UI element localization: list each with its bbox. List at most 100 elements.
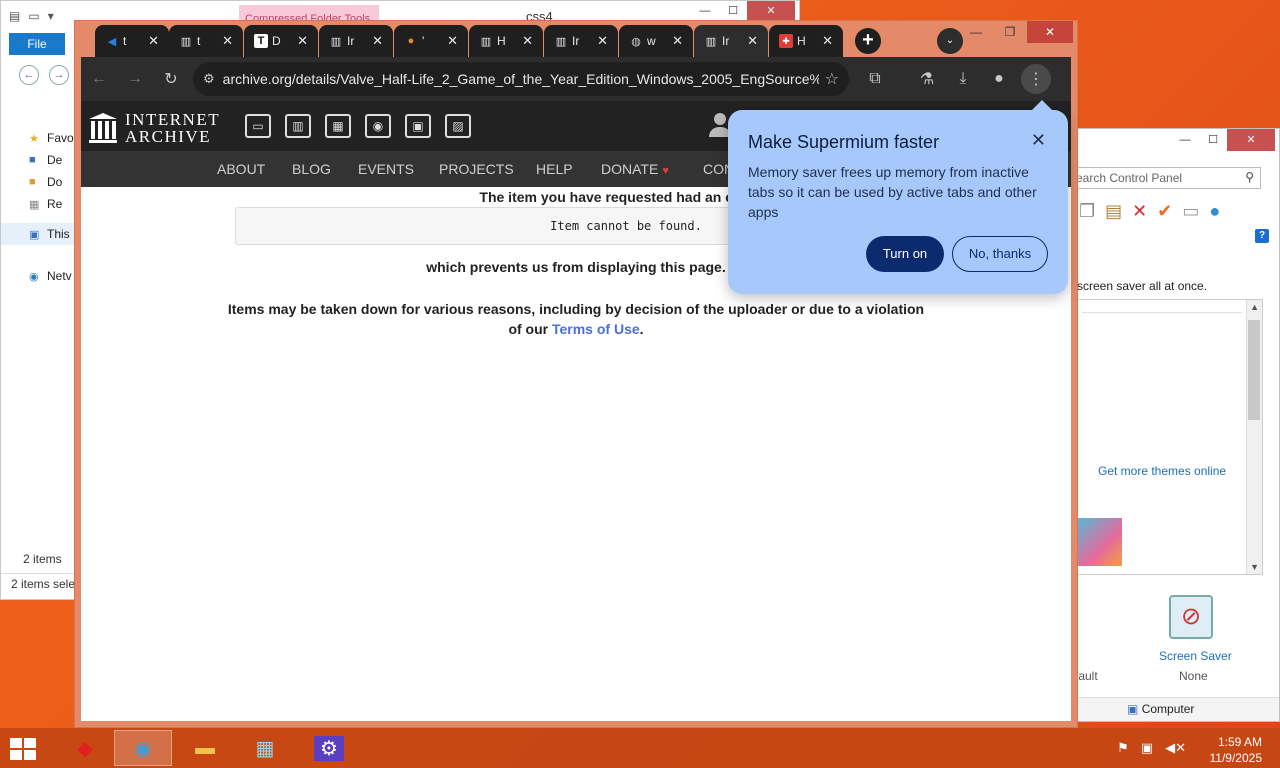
- copy-icon[interactable]: ❐: [1079, 201, 1095, 222]
- images-icon[interactable]: ▨: [445, 114, 471, 138]
- video-film-icon[interactable]: ▦: [325, 114, 351, 138]
- get-more-themes-link[interactable]: Get more themes online: [1098, 464, 1226, 478]
- nav-blog[interactable]: BLOG: [292, 161, 331, 177]
- maximize-icon[interactable]: ☐: [719, 1, 747, 21]
- forward-arrow-icon[interactable]: →: [49, 65, 69, 85]
- theme-thumbnail[interactable]: [1078, 518, 1122, 566]
- turn-on-button[interactable]: Turn on: [866, 236, 944, 272]
- bookmark-star-icon[interactable]: ☆: [825, 69, 839, 89]
- maximize-icon[interactable]: ☐: [1199, 129, 1227, 151]
- sidebar-item-favorites[interactable]: ★ Favo: [1, 127, 81, 149]
- nav-projects[interactable]: PROJECTS: [439, 161, 514, 177]
- web-icon[interactable]: ▭: [245, 114, 271, 138]
- browser-tab[interactable]: ◍ w ✕: [619, 25, 693, 57]
- browser-tab[interactable]: ▥ Ir ✕: [319, 25, 393, 57]
- check-icon[interactable]: ✔: [1157, 201, 1172, 222]
- address-bar-url[interactable]: archive.org/details/Valve_Half-Life_2_Ga…: [223, 71, 819, 87]
- minimize-icon[interactable]: —: [959, 21, 993, 43]
- taskbar-control-panel-icon[interactable]: ▦: [236, 730, 294, 766]
- profile-button[interactable]: ●: [981, 61, 1017, 97]
- scrollbar-thumb[interactable]: [1248, 320, 1260, 420]
- nav-about[interactable]: ABOUT: [217, 161, 265, 177]
- nav-donate[interactable]: DONATE ♥: [601, 161, 669, 177]
- browser-tab[interactable]: ◀ t ✕: [95, 25, 169, 57]
- forward-button[interactable]: →: [117, 61, 153, 97]
- menu-button[interactable]: ⋮: [1021, 64, 1051, 94]
- file-menu-tab[interactable]: File: [9, 33, 65, 55]
- delete-icon[interactable]: ✕: [1132, 201, 1147, 222]
- sidebar-item-recent[interactable]: ▦ Re: [1, 193, 81, 215]
- control-panel-search[interactable]: earch Control Panel ⚲: [1071, 167, 1261, 189]
- close-icon[interactable]: ✕: [1027, 21, 1073, 43]
- back-button[interactable]: ←: [81, 61, 117, 97]
- texts-book-icon[interactable]: ▥: [285, 114, 311, 138]
- site-info-icon[interactable]: ⚙: [203, 71, 215, 87]
- close-tab-icon[interactable]: ✕: [148, 33, 159, 49]
- scroll-up-icon[interactable]: ▲: [1250, 302, 1259, 312]
- network-icon[interactable]: ▣: [1141, 740, 1153, 756]
- taskbar-app-red-icon[interactable]: ◆: [56, 730, 114, 766]
- internet-archive-logo[interactable]: INTERNET ARCHIVE: [89, 111, 220, 145]
- taskbar-file-explorer-icon[interactable]: ▬: [176, 730, 234, 766]
- reload-button[interactable]: ↻: [153, 61, 189, 97]
- help-icon[interactable]: ?: [1255, 229, 1269, 243]
- restore-icon[interactable]: ❐: [993, 21, 1027, 43]
- new-folder-icon[interactable]: ▭: [28, 9, 39, 23]
- properties-icon[interactable]: ▤: [9, 9, 20, 23]
- close-tab-icon[interactable]: ✕: [672, 33, 683, 49]
- globe-icon[interactable]: ●: [1209, 201, 1220, 222]
- labs-flask-icon[interactable]: ⚗: [909, 61, 945, 97]
- taskbar-settings-gear-icon[interactable]: ⚙: [300, 730, 358, 766]
- close-tab-icon[interactable]: ✕: [522, 33, 533, 49]
- scroll-down-icon[interactable]: ▼: [1250, 562, 1259, 572]
- nav-events[interactable]: EVENTS: [358, 161, 414, 177]
- close-tab-icon[interactable]: ✕: [822, 33, 833, 49]
- back-arrow-icon[interactable]: ←: [19, 65, 39, 85]
- sidebar-item-network[interactable]: ◉ Netv: [1, 265, 81, 287]
- network-icon: ◉: [29, 270, 39, 283]
- screen-saver-link[interactable]: Screen Saver: [1159, 649, 1232, 663]
- downloads-button[interactable]: ⤓: [945, 61, 981, 97]
- sidebar-item-this-pc[interactable]: ▣ This: [1, 223, 81, 245]
- close-icon[interactable]: ✕: [1227, 129, 1275, 151]
- themes-scrollbar[interactable]: ▲ ▼: [1246, 300, 1262, 574]
- no-thanks-button[interactable]: No, thanks: [952, 236, 1048, 272]
- close-icon[interactable]: ✕: [747, 1, 795, 21]
- memory-saver-popup: Make Supermium faster ✕ Memory saver fre…: [728, 100, 1068, 294]
- close-tab-icon[interactable]: ✕: [747, 33, 758, 49]
- taskbar-browser-icon[interactable]: ◉: [114, 730, 172, 766]
- browser-tab[interactable]: ▥ t ✕: [169, 25, 243, 57]
- sidebar-item-downloads[interactable]: ■ Do: [1, 171, 81, 193]
- audio-speaker-icon[interactable]: ◉: [365, 114, 391, 138]
- minimize-icon[interactable]: —: [691, 1, 719, 21]
- browser-tab[interactable]: T D ✕: [244, 25, 318, 57]
- close-tab-icon[interactable]: ✕: [372, 33, 383, 49]
- themes-listbox[interactable]: Get more themes online ▲ ▼: [1077, 299, 1263, 575]
- nav-help[interactable]: HELP: [536, 161, 573, 177]
- software-disk-icon[interactable]: ▣: [405, 114, 431, 138]
- taskbar-clock[interactable]: 1:59 AM 11/9/2025: [1210, 734, 1263, 766]
- close-tab-icon[interactable]: ✕: [222, 33, 233, 49]
- browser-tab[interactable]: ✚ H ✕: [769, 25, 843, 57]
- action-center-flag-icon[interactable]: ⚑: [1117, 740, 1129, 756]
- close-tab-icon[interactable]: ✕: [447, 33, 458, 49]
- browser-tab-active[interactable]: ▥ Ir ✕: [694, 25, 768, 57]
- close-tab-icon[interactable]: ✕: [597, 33, 608, 49]
- close-tab-icon[interactable]: ✕: [297, 33, 308, 49]
- browser-tab[interactable]: ▥ H ✕: [469, 25, 543, 57]
- address-bar[interactable]: ⚙ archive.org/details/Valve_Half-Life_2_…: [193, 62, 849, 96]
- minimize-icon[interactable]: —: [1171, 129, 1199, 151]
- browser-tab[interactable]: ▥ Ir ✕: [544, 25, 618, 57]
- screen-saver-icon[interactable]: ⊘: [1169, 595, 1213, 639]
- qat-dropdown-icon[interactable]: ▾: [48, 9, 54, 23]
- terms-of-use-link[interactable]: Terms of Use: [552, 321, 640, 337]
- start-windows-icon[interactable]: [10, 738, 38, 760]
- extensions-button[interactable]: ⧉: [857, 61, 893, 97]
- new-tab-button[interactable]: +: [855, 28, 881, 54]
- popup-close-icon[interactable]: ✕: [1031, 130, 1046, 151]
- sidebar-item-desktop[interactable]: ■ De: [1, 149, 81, 171]
- rename-icon[interactable]: ▭: [1182, 201, 1199, 222]
- paste-icon[interactable]: ▤: [1105, 201, 1122, 222]
- volume-muted-icon[interactable]: ◀✕: [1165, 740, 1186, 756]
- browser-tab[interactable]: ● ' ✕: [394, 25, 468, 57]
